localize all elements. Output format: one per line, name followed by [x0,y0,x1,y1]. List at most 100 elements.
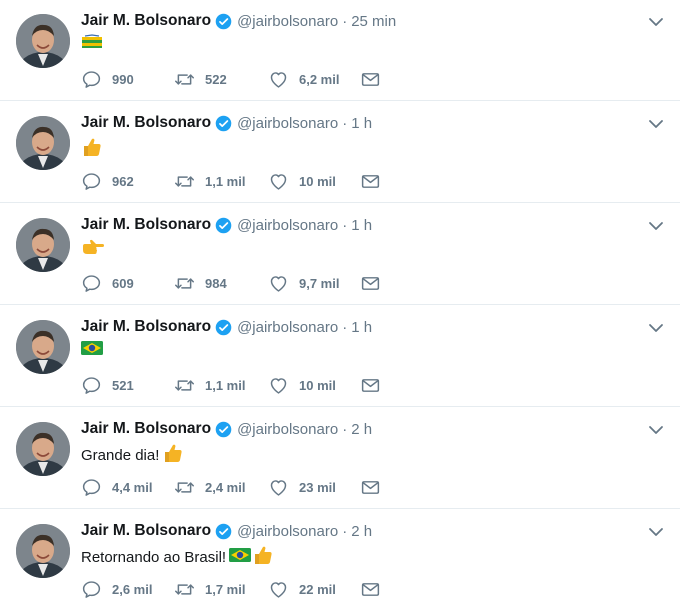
retweet-button[interactable]: 984 [174,271,227,295]
like-count: 10 mil [299,377,336,393]
direct-message-button[interactable] [360,67,381,91]
reply-button[interactable]: 4,4 mil [81,475,152,499]
author-handle[interactable]: @jairbolsonaro [237,217,338,234]
author-handle[interactable]: @jairbolsonaro [237,13,338,30]
tweet[interactable]: Jair M. Bolsonaro @jairbolsonaro · 1 h 5… [0,306,680,407]
reply-icon [82,70,101,88]
like-button[interactable]: 23 mil [268,475,336,499]
tweet-actions: 4,4 mil 2,4 mil 23 mil [81,475,401,499]
reply-button[interactable]: 962 [81,169,134,193]
avatar[interactable] [16,320,70,374]
chevron-down-icon[interactable] [648,219,664,233]
heart-icon [270,275,287,292]
tweet[interactable]: Jair M. Bolsonaro @jairbolsonaro · 25 mi… [0,0,680,101]
thumbs-up-icon [252,544,274,570]
chevron-down-icon[interactable] [648,117,664,131]
divider [0,406,680,407]
tweet-text: Retornando ao Brasil! [81,544,274,570]
author-name[interactable]: Jair M. Bolsonaro [81,216,211,234]
reply-icon [82,580,101,598]
verified-badge-icon [215,319,232,336]
author-handle[interactable]: @jairbolsonaro [237,115,338,132]
separator-dot: · [342,318,348,336]
tweet-text [81,34,103,54]
flag-strip-icon [81,34,103,54]
tweet-text-content: Grande dia! [81,446,160,464]
author-handle[interactable]: @jairbolsonaro [237,523,338,540]
retweet-icon [175,583,194,595]
author-name[interactable]: Jair M. Bolsonaro [81,12,211,30]
retweet-button[interactable]: 1,1 mil [174,373,245,397]
author-name[interactable]: Jair M. Bolsonaro [81,114,211,132]
like-button[interactable]: 22 mil [268,577,336,601]
like-button[interactable]: 10 mil [268,373,336,397]
envelope-icon [361,276,380,290]
separator-dot: · [342,420,348,438]
like-count: 22 mil [299,581,336,597]
retweet-count: 1,1 mil [205,377,246,393]
brazil-flag-icon [229,547,252,567]
author-name[interactable]: Jair M. Bolsonaro [81,522,211,540]
retweet-button[interactable]: 1,7 mil [174,577,245,601]
retweet-count: 2,4 mil [205,479,246,495]
retweet-button[interactable]: 1,1 mil [174,169,245,193]
tweet-timestamp[interactable]: 1 h [351,319,372,336]
separator-dot: · [342,114,348,132]
retweet-icon [175,379,194,391]
like-button[interactable]: 10 mil [268,169,336,193]
chevron-down-icon[interactable] [648,15,664,29]
tweet-actions: 609 984 9,7 mil [81,271,401,295]
reply-count: 962 [112,173,134,189]
tweet-timestamp[interactable]: 2 h [351,421,372,438]
divider [0,202,680,203]
divider [0,100,680,101]
author-handle[interactable]: @jairbolsonaro [237,421,338,438]
author-handle[interactable]: @jairbolsonaro [237,319,338,336]
avatar[interactable] [16,422,70,476]
author-name[interactable]: Jair M. Bolsonaro [81,318,211,336]
chevron-down-icon[interactable] [648,321,664,335]
like-button[interactable]: 9,7 mil [268,271,339,295]
tweet-header: Jair M. Bolsonaro @jairbolsonaro · 1 h [81,317,372,337]
envelope-icon [361,378,380,392]
author-name[interactable]: Jair M. Bolsonaro [81,420,211,438]
avatar[interactable] [16,218,70,272]
chevron-down-icon[interactable] [648,423,664,437]
tweet-timestamp[interactable]: 25 min [351,13,396,30]
verified-badge-icon [215,115,232,132]
avatar[interactable] [16,524,70,578]
thumbs-up-icon [162,442,184,468]
reply-button[interactable]: 2,6 mil [81,577,152,601]
heart-icon [270,581,287,598]
direct-message-button[interactable] [360,475,381,499]
like-button[interactable]: 6,2 mil [268,67,339,91]
reply-button[interactable]: 521 [81,373,134,397]
tweet[interactable]: Jair M. Bolsonaro @jairbolsonaro · 1 h 6… [0,204,680,305]
reply-icon [82,172,101,190]
tweet-timestamp[interactable]: 1 h [351,217,372,234]
tweet-actions: 2,6 mil 1,7 mil 22 mil [81,577,401,601]
tweet[interactable]: Jair M. Bolsonaro @jairbolsonaro · 2 h G… [0,408,680,509]
avatar[interactable] [16,116,70,170]
retweet-icon [175,481,194,493]
retweet-button[interactable]: 522 [174,67,227,91]
like-count: 23 mil [299,479,336,495]
tweet[interactable]: Jair M. Bolsonaro @jairbolsonaro · 1 h 9… [0,102,680,203]
tweet-timestamp[interactable]: 2 h [351,523,372,540]
retweet-button[interactable]: 2,4 mil [174,475,245,499]
retweet-count: 984 [205,275,227,291]
tweet-text-content: Retornando ao Brasil! [81,548,227,566]
direct-message-button[interactable] [360,577,381,601]
reply-button[interactable]: 990 [81,67,134,91]
avatar[interactable] [16,14,70,68]
reply-icon [82,274,101,292]
direct-message-button[interactable] [360,373,381,397]
direct-message-button[interactable] [360,271,381,295]
tweet-feed: Jair M. Bolsonaro @jairbolsonaro · 25 mi… [0,0,680,613]
reply-button[interactable]: 609 [81,271,134,295]
separator-dot: · [342,216,348,234]
tweet-timestamp[interactable]: 1 h [351,115,372,132]
chevron-down-icon[interactable] [648,525,664,539]
direct-message-button[interactable] [360,169,381,193]
tweet[interactable]: Jair M. Bolsonaro @jairbolsonaro · 2 h R… [0,510,680,611]
